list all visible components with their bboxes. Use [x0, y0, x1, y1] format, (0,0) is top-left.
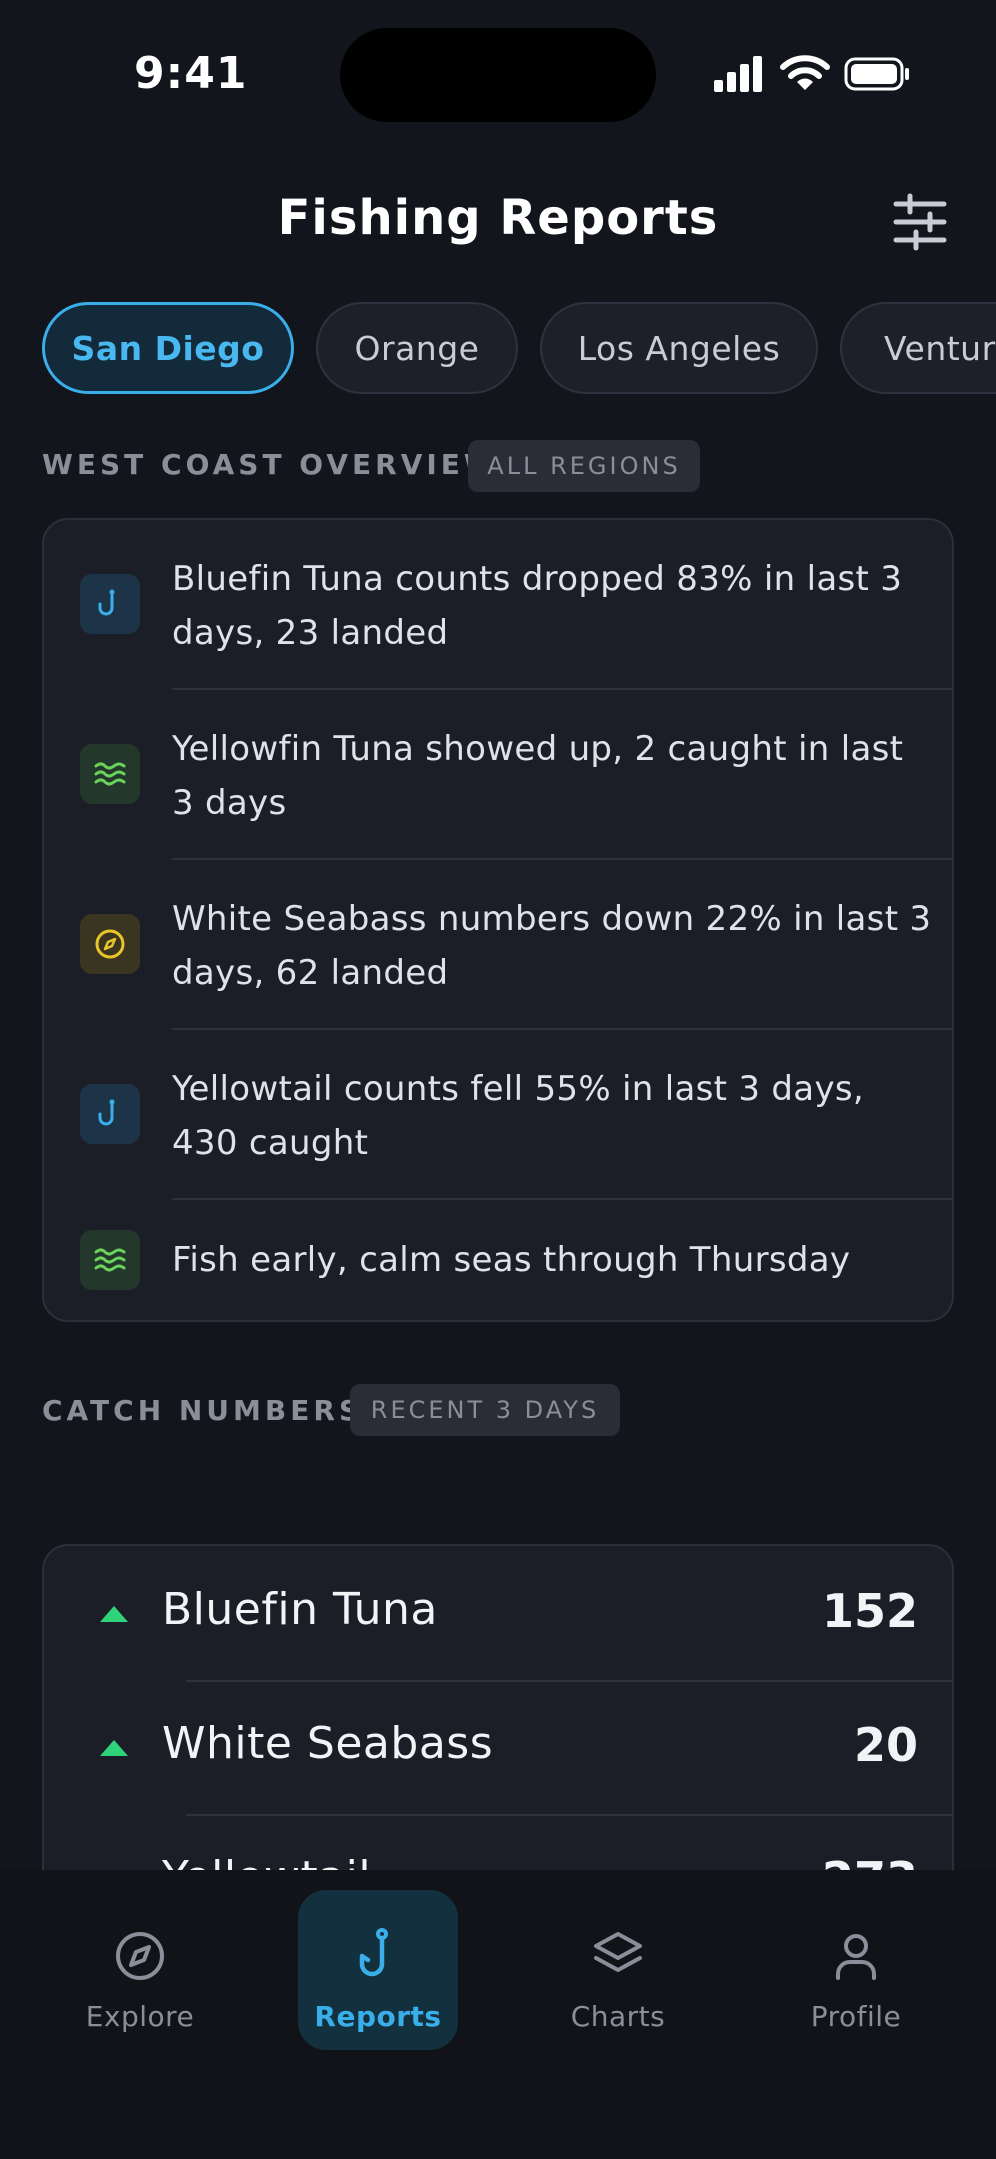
overview-item[interactable]: Bluefin Tuna counts dropped 83% in last …	[44, 520, 952, 690]
hook-icon	[80, 1084, 140, 1144]
catch-row[interactable]: Bluefin Tuna 152	[44, 1546, 952, 1680]
sliders-icon[interactable]	[888, 190, 952, 254]
trend-up-icon	[100, 1606, 128, 1622]
hook-icon	[359, 1928, 388, 1977]
hook-icon	[80, 574, 140, 634]
layers-icon	[594, 1932, 642, 1972]
catch-count: 152	[821, 1584, 918, 1638]
battery-icon	[844, 57, 909, 91]
waves-icon	[80, 1230, 140, 1290]
tab-charts[interactable]: Charts	[538, 1890, 698, 2050]
overview-item-text: Fish early, calm seas through Thursday	[172, 1240, 851, 1280]
page-title: Fishing Reports	[277, 190, 719, 246]
tab-label: Charts	[570, 2000, 666, 2033]
catch-section-label: CATCH NUMBERS	[42, 1394, 364, 1427]
chip-ventura[interactable]: Ventura	[840, 302, 996, 394]
overview-badge: ALL REGIONS	[468, 440, 700, 492]
cellular-signal-icon	[714, 56, 762, 92]
tab-bar: Explore Reports Charts Profile	[0, 1870, 996, 2159]
catch-badge: RECENT 3 DAYS	[350, 1384, 620, 1436]
trend-up-icon	[100, 1740, 128, 1756]
tab-label: Explore	[85, 2000, 195, 2033]
chip-san-diego[interactable]: San Diego	[42, 302, 294, 394]
overview-item-text: Bluefin Tuna counts dropped 83% in last …	[172, 559, 903, 653]
waves-icon	[80, 744, 140, 804]
overview-item-text: Yellowfin Tuna showed up, 2 caught in la…	[172, 729, 904, 823]
species-name: White Seabass	[162, 1718, 494, 1769]
catch-row[interactable]: White Seabass 20	[44, 1680, 952, 1814]
overview-card: Bluefin Tuna counts dropped 83% in last …	[42, 518, 954, 1322]
species-name: Bluefin Tuna	[162, 1584, 438, 1635]
tab-label: Profile	[810, 2000, 902, 2033]
overview-item-text: Yellowtail counts fell 55% in last 3 day…	[172, 1069, 864, 1163]
tab-reports[interactable]: Reports	[298, 1890, 458, 2050]
user-icon	[836, 1934, 876, 1980]
overview-item[interactable]: Fish early, calm seas through Thursday	[44, 1200, 952, 1320]
tab-explore[interactable]: Explore	[60, 1890, 220, 2050]
chip-los-angeles[interactable]: Los Angeles	[540, 302, 818, 394]
chip-orange[interactable]: Orange	[316, 302, 518, 394]
catch-count: 20	[853, 1718, 918, 1772]
status-bar: 9:41	[0, 0, 996, 150]
overview-item[interactable]: Yellowfin Tuna showed up, 2 caught in la…	[44, 690, 952, 860]
overview-item[interactable]: Yellowtail counts fell 55% in last 3 day…	[44, 1030, 952, 1200]
wifi-icon	[780, 55, 830, 90]
dynamic-island	[340, 28, 656, 122]
region-chips: San Diego Orange Los Angeles Ventura	[0, 300, 996, 400]
tab-profile[interactable]: Profile	[776, 1890, 936, 2050]
overview-item-text: White Seabass numbers down 22% in last 3…	[172, 899, 932, 993]
overview-section-label: WEST COAST OVERVIEW	[42, 448, 499, 481]
compass-icon	[80, 914, 140, 974]
tab-label: Reports	[314, 2000, 442, 2033]
status-time: 9:41	[134, 48, 248, 99]
compass-icon	[116, 1932, 164, 1980]
overview-item[interactable]: White Seabass numbers down 22% in last 3…	[44, 860, 952, 1030]
